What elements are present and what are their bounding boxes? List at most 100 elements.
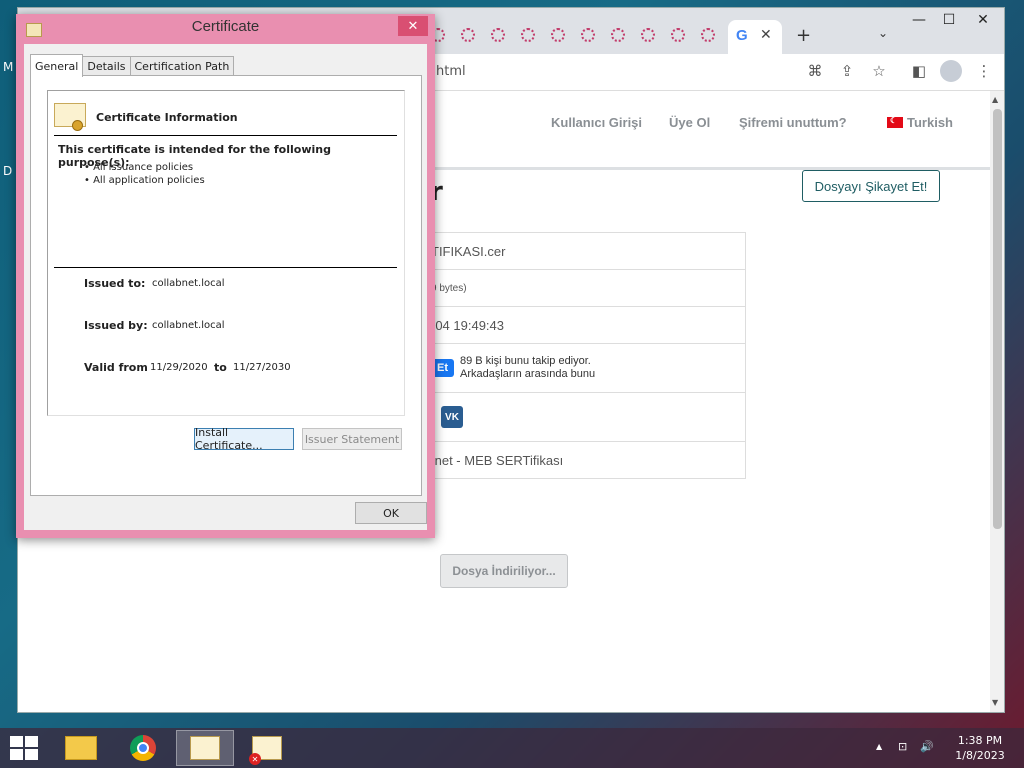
browser-tab[interactable]: [483, 20, 513, 50]
turkey-flag-icon: [887, 116, 903, 128]
certificate-badge-icon: [54, 103, 86, 131]
browser-tab[interactable]: [663, 20, 693, 50]
issued-to-value: collabnet.local: [152, 278, 225, 289]
purpose-item: All issuance policies: [84, 161, 205, 174]
file-info-table: TIFIKASI.cer 9 bytes) -04 19:49:43 Et 89…: [430, 232, 746, 479]
minimize-button[interactable]: —: [904, 12, 934, 28]
taskbar-file-explorer[interactable]: [52, 730, 110, 766]
issuer-statement-button[interactable]: Issuer Statement: [302, 428, 402, 450]
scroll-down-arrow-icon[interactable]: ▼: [992, 698, 998, 707]
file-date: -04 19:49:43: [431, 317, 505, 333]
file-name-row: TIFIKASI.cer: [431, 233, 745, 270]
desktop-icon-label-d: D: [3, 164, 13, 178]
taskbar-clock[interactable]: 1:38 PM 1/8/2023: [950, 733, 1010, 763]
language-label: Turkish: [907, 115, 953, 130]
new-tab-button[interactable]: +: [796, 25, 811, 46]
flower-favicon-icon: [551, 28, 565, 42]
file-date-row: -04 19:49:43: [431, 307, 745, 344]
window-close-button[interactable]: ✕: [968, 12, 998, 28]
general-tab-panel: Certificate Information This certificate…: [30, 75, 422, 496]
side-panel-icon[interactable]: ◧: [908, 62, 930, 80]
taskbar: ▲ ⊡ 🔊 1:38 PM 1/8/2023: [0, 728, 1024, 768]
report-file-button[interactable]: Dosyayı Şikayet Et!: [802, 170, 940, 202]
tray-overflow-arrow-icon[interactable]: ▲: [876, 742, 882, 751]
dialog-body: General Details Certification Path Certi…: [24, 44, 427, 530]
taskbar-certificate[interactable]: [176, 730, 234, 766]
translate-icon[interactable]: ⌘: [804, 62, 826, 80]
file-source: .net - MEB SERTifikası: [431, 452, 564, 468]
flower-favicon-icon: [611, 28, 625, 42]
menu-kebab-icon[interactable]: ⋮: [973, 62, 995, 80]
nav-login-link[interactable]: Kullanıcı Girişi: [551, 115, 642, 130]
vk-share-icon[interactable]: VK: [441, 406, 463, 428]
valid-to-value: 11/27/2030: [233, 362, 291, 373]
install-certificate-button[interactable]: Install Certificate...: [194, 426, 294, 452]
issued-by-value: collabnet.local: [152, 320, 225, 331]
desktop-icon-label-m: M: [3, 60, 14, 74]
browser-tab[interactable]: [603, 20, 633, 50]
issued-by-label: Issued by:: [84, 319, 148, 332]
google-g-icon: G: [736, 27, 748, 44]
browser-tab[interactable]: [543, 20, 573, 50]
browser-tab[interactable]: [453, 20, 483, 50]
taskbar-chrome[interactable]: [114, 730, 172, 766]
tab-general[interactable]: General: [30, 54, 84, 77]
valid-to-label: to: [214, 361, 227, 374]
flower-favicon-icon: [641, 28, 655, 42]
flower-favicon-icon: [671, 28, 685, 42]
browser-tab-active[interactable]: G ✕: [728, 20, 782, 54]
share-row: VK: [431, 393, 745, 442]
certificate-info-box: Certificate Information This certificate…: [47, 90, 405, 416]
purpose-list: All issuance policies All application po…: [84, 161, 205, 187]
valid-from-label: Valid from: [84, 361, 148, 374]
maximize-button[interactable]: ☐: [934, 12, 964, 28]
flower-favicon-icon: [701, 28, 715, 42]
network-icon[interactable]: ⊡: [898, 740, 907, 753]
address-bar[interactable]: html: [436, 64, 466, 79]
scroll-up-arrow-icon[interactable]: ▲: [992, 95, 998, 104]
certificate-dialog: Certificate ✕ General Details Certificat…: [16, 14, 435, 538]
tab-search-chevron-icon[interactable]: ⌄: [878, 26, 888, 40]
follow-text: 89 B kişi bunu takip ediyor. Arkadaşların…: [460, 355, 596, 380]
clock-time: 1:38 PM: [957, 734, 1003, 747]
certificate-error-icon: [249, 736, 282, 765]
flower-favicon-icon: [491, 28, 505, 42]
certificate-info-title: Certificate Information: [96, 111, 238, 124]
share-icon[interactable]: ⇪: [836, 62, 858, 80]
page-scrollbar[interactable]: ▲ ▼: [990, 91, 1004, 712]
tab-certification-path[interactable]: Certification Path: [129, 56, 235, 76]
bookmark-star-icon[interactable]: ☆: [868, 62, 890, 80]
social-follow-row: Et 89 B kişi bunu takip ediyor. Arkadaşla…: [431, 344, 745, 393]
browser-tab[interactable]: [633, 20, 663, 50]
dialog-tabs: General Details Certification Path: [30, 54, 235, 77]
dialog-close-button[interactable]: ✕: [398, 16, 428, 36]
download-button[interactable]: Dosya İndiriliyor...: [440, 554, 568, 588]
browser-tab[interactable]: [573, 20, 603, 50]
browser-tab[interactable]: [693, 20, 723, 50]
valid-from-value: 11/29/2020: [150, 362, 208, 373]
nav-language-link[interactable]: Turkish: [887, 115, 953, 130]
nav-register-link[interactable]: Üye Ol: [669, 115, 710, 130]
volume-icon[interactable]: 🔊: [920, 740, 934, 753]
purpose-item: All application policies: [84, 174, 205, 187]
flower-favicon-icon: [521, 28, 535, 42]
flower-favicon-icon: [461, 28, 475, 42]
file-size: 9 bytes): [431, 282, 467, 294]
ok-button[interactable]: OK: [355, 502, 427, 524]
browser-tab[interactable]: [513, 20, 543, 50]
nav-forgot-password-link[interactable]: Şifremi unuttum?: [739, 115, 847, 130]
scrollbar-thumb[interactable]: [993, 109, 1002, 529]
file-name: TIFIKASI.cer: [431, 243, 506, 259]
tab-details[interactable]: Details: [82, 56, 131, 76]
issued-to-label: Issued to:: [84, 277, 146, 290]
folder-icon: [65, 736, 97, 760]
file-source-row: .net - MEB SERTifikası: [431, 442, 745, 479]
dialog-title: Certificate: [191, 18, 260, 35]
divider: [54, 267, 397, 268]
flower-favicon-icon: [581, 28, 595, 42]
windows-start-icon[interactable]: [10, 736, 38, 760]
tab-close-button[interactable]: ✕: [760, 27, 772, 43]
certificate-icon: [190, 736, 220, 760]
profile-avatar-icon[interactable]: [940, 60, 962, 82]
taskbar-certificate-error[interactable]: [238, 730, 296, 766]
